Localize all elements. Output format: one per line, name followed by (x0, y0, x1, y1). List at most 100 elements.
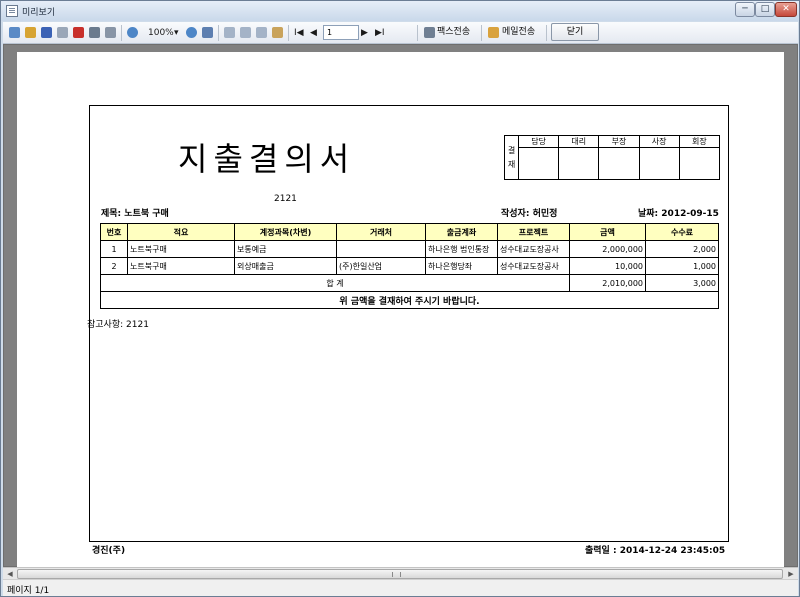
document-code: 2121 (274, 194, 297, 204)
notice-row: 위 금액을 결재하여 주시기 바랍니다. (100, 291, 719, 309)
subject-label: 제목: 노트북 구매 (101, 209, 169, 219)
total-fee: 3,000 (645, 274, 719, 292)
open-folder-icon[interactable] (25, 27, 36, 38)
scroll-left-icon[interactable]: ◀ (4, 569, 16, 579)
expense-table: 번호 적요 계정과목(차변) 거래처 출금계좌 프로젝트 금액 수수료 1 노트… (100, 223, 719, 309)
row-account: 보통예금 (234, 240, 337, 258)
toolbar: 100% ▾ I◀ ◀ 1 ▶ ▶I 팩스전송 메일전송 닫기 (3, 22, 798, 44)
column-header: 거래처 (336, 223, 426, 241)
minimize-button[interactable]: ─ (735, 2, 755, 17)
approval-signature-cell (517, 147, 560, 180)
print-icon[interactable] (9, 27, 20, 38)
last-page-icon[interactable]: ▶I (375, 26, 385, 40)
date-label: 날짜: 2012-09-15 (638, 209, 719, 219)
app-icon (6, 5, 18, 17)
prev-page-icon[interactable]: ◀ (310, 26, 317, 40)
approval-signature-cell (558, 147, 600, 180)
column-header: 번호 (100, 223, 128, 241)
next-page-icon[interactable]: ▶ (361, 26, 368, 40)
company-name: 경진(주) (92, 546, 126, 556)
row-vendor (336, 240, 426, 258)
find-icon[interactable] (105, 27, 116, 38)
total-label: 합 계 (100, 274, 570, 292)
horizontal-scrollbar[interactable]: ◀ ▶ (3, 567, 798, 579)
column-header: 적요 (127, 223, 235, 241)
approval-header: 대리 (558, 135, 600, 148)
approval-side-label: 결 재 (504, 135, 519, 180)
row-project: 성수대교도장공사 (497, 240, 570, 258)
table-row: 1 노트북구매 보통예금 하나은행 법인통장 성수대교도장공사 2,000,00… (100, 240, 719, 258)
single-page-icon[interactable] (224, 27, 235, 38)
report-frame: 지출결의서 결 재 담당 대리 부장 사장 회장 2121 제목: 노트북 구매… (89, 105, 729, 542)
zoom-dropdown-icon[interactable]: ▾ (174, 26, 179, 40)
multi-page-icon[interactable] (240, 27, 251, 38)
writer-label: 작성자: 허민정 (501, 209, 558, 219)
close-button[interactable]: 닫기 (551, 23, 599, 41)
pdf-icon[interactable] (73, 27, 84, 38)
first-page-icon[interactable]: I◀ (294, 26, 304, 40)
mail-icon[interactable] (488, 27, 499, 38)
row-bank: 하나은행 법인통장 (425, 240, 498, 258)
row-number: 2 (100, 257, 128, 275)
approval-box: 결 재 담당 대리 부장 사장 회장 (504, 135, 721, 180)
row-summary: 노트북구매 (127, 240, 235, 258)
row-fee: 2,000 (645, 240, 719, 258)
zoom-out-icon[interactable] (186, 27, 197, 38)
page-status: 페이지 1/1 (7, 586, 50, 596)
toolbar-separator (121, 25, 122, 41)
approval-signature-cell (638, 147, 680, 180)
approval-signature-cell (678, 147, 721, 180)
total-row: 합 계 2,010,000 3,000 (100, 274, 719, 292)
document-title: 지출결의서 (178, 140, 356, 178)
edit-icon[interactable] (272, 27, 283, 38)
mail-send-button[interactable]: 메일전송 (502, 24, 535, 41)
approval-label-bottom: 재 (507, 159, 516, 169)
print-datetime: 출력일 : 2014-12-24 23:45:05 (585, 546, 726, 556)
row-fee: 1,000 (645, 257, 719, 275)
notice-text: 위 금액을 결재하여 주시기 바랍니다. (100, 291, 719, 309)
row-vendor: (주)한일산업 (336, 257, 426, 275)
fit-page-icon[interactable] (202, 27, 213, 38)
scroll-right-icon[interactable]: ▶ (785, 569, 797, 579)
row-bank: 하나은행당좌 (425, 257, 498, 275)
preview-window: 미리보기 ─ □ ✕ 100% ▾ I◀ ◀ 1 ▶ ▶I 팩스전송 메일전송 (0, 0, 800, 597)
table-row: 2 노트북구매 외상매출금 (주)한일산업 하나은행당좌 성수대교도장공사 10… (100, 257, 719, 275)
approval-header: 담당 (517, 135, 560, 148)
page-number-input[interactable]: 1 (323, 25, 359, 40)
grip-icon (392, 572, 401, 577)
window-title: 미리보기 (22, 8, 56, 18)
approval-header: 사장 (638, 135, 680, 148)
toolbar-separator (417, 25, 418, 41)
column-header: 프로젝트 (497, 223, 570, 241)
maximize-button[interactable]: □ (755, 2, 775, 17)
toolbar-separator (288, 25, 289, 41)
row-account: 외상매출금 (234, 257, 337, 275)
row-number: 1 (100, 240, 128, 258)
table-header-row: 번호 적요 계정과목(차변) 거래처 출금계좌 프로젝트 금액 수수료 (100, 223, 719, 241)
row-summary: 노트북구매 (127, 257, 235, 275)
row-project: 성수대교도장공사 (497, 257, 570, 275)
export-icon[interactable] (57, 27, 68, 38)
column-header: 수수료 (645, 223, 719, 241)
approval-label-top: 결 (507, 145, 516, 155)
printer-setup-icon[interactable] (89, 27, 100, 38)
scroll-thumb[interactable] (17, 569, 783, 579)
column-header: 출금계좌 (425, 223, 498, 241)
fax-send-button[interactable]: 팩스전송 (437, 24, 470, 41)
close-window-button[interactable]: ✕ (775, 2, 797, 17)
approval-header: 부장 (598, 135, 640, 148)
save-icon[interactable] (41, 27, 52, 38)
row-amount: 10,000 (569, 257, 646, 275)
fax-icon[interactable] (424, 27, 435, 38)
zoom-level[interactable]: 100% (148, 26, 174, 40)
toolbar-separator (546, 25, 547, 41)
zoom-in-icon[interactable] (127, 27, 138, 38)
approval-header: 회장 (678, 135, 721, 148)
report-page: 지출결의서 결 재 담당 대리 부장 사장 회장 2121 제목: 노트북 구매… (17, 52, 784, 568)
reference-note: 참고사항: 2121 (87, 320, 149, 330)
toolbar-separator (218, 25, 219, 41)
column-header: 금액 (569, 223, 646, 241)
preview-area[interactable]: 지출결의서 결 재 담당 대리 부장 사장 회장 2121 제목: 노트북 구매… (3, 44, 798, 568)
thumbnail-icon[interactable] (256, 27, 267, 38)
column-header: 계정과목(차변) (234, 223, 337, 241)
